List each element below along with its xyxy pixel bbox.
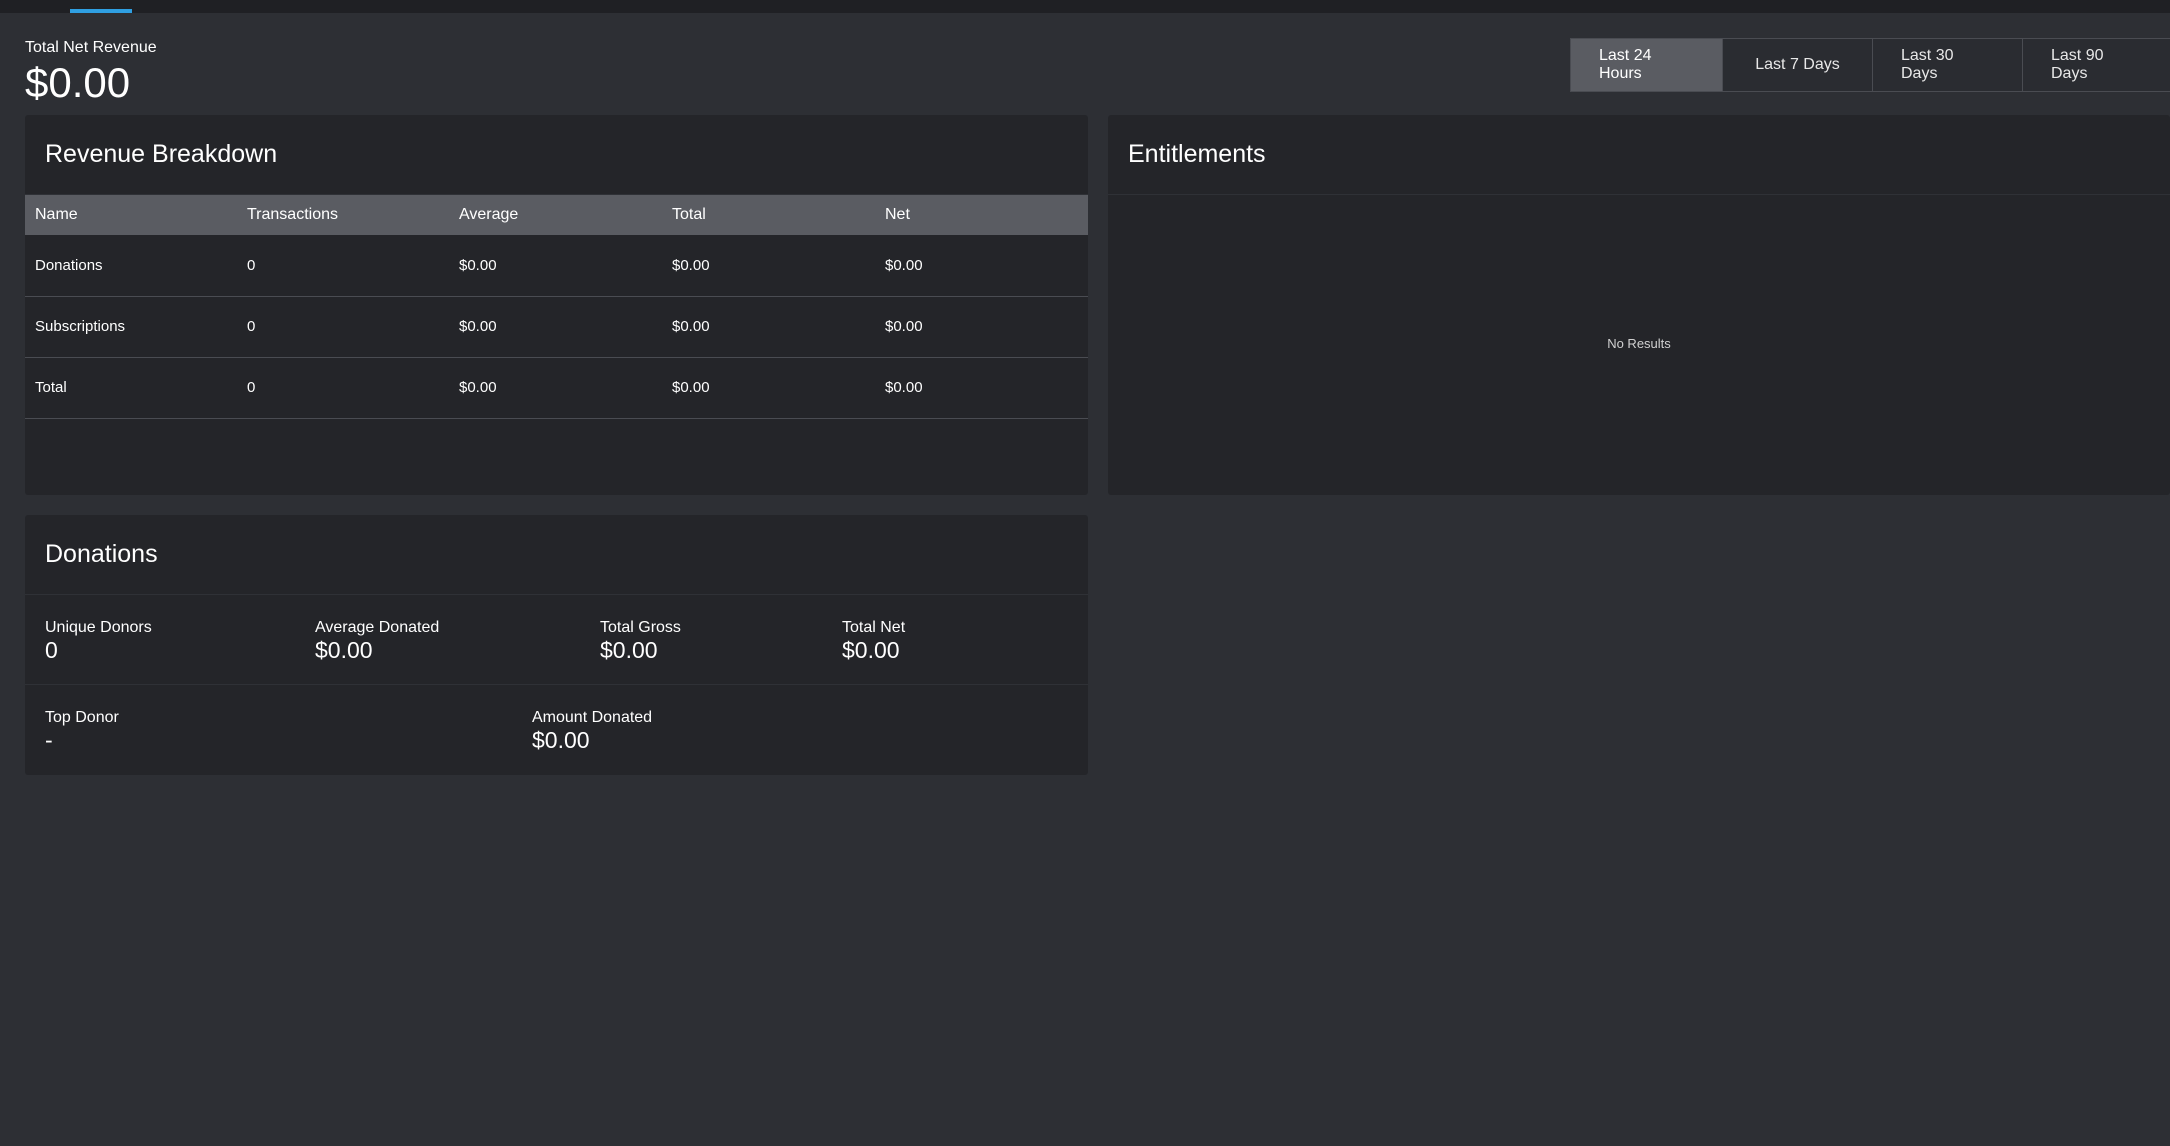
revenue-breakdown-panel: Revenue Breakdown Name Transactions Aver…: [25, 115, 1088, 495]
active-tab-indicator: [70, 9, 132, 13]
range-last-24-hours-button[interactable]: Last 24 Hours: [1571, 39, 1723, 91]
top-donor-label: Top Donor: [45, 709, 119, 726]
column-header-transactions: Transactions: [247, 206, 338, 223]
unique-donors-label: Unique Donors: [45, 619, 152, 636]
table-cell: $0.00: [885, 318, 923, 335]
donation-stats-row: Unique Donors 0 Average Donated $0.00 To…: [25, 595, 1088, 685]
column-header-average: Average: [459, 206, 519, 223]
top-donor-stat: Top Donor -: [45, 709, 119, 753]
range-last-90-days-button[interactable]: Last 90 Days: [2023, 39, 2170, 91]
table-cell: Subscriptions: [35, 318, 126, 335]
unique-donors-value: 0: [45, 637, 58, 663]
average-donated-value: $0.00: [315, 637, 373, 663]
range-last-30-days-button[interactable]: Last 30 Days: [1873, 39, 2023, 91]
total-net-stat: Total Net $0.00: [842, 619, 905, 663]
entitlements-panel: Entitlements No Results: [1108, 115, 2170, 495]
table-row: Total 0 $0.00 $0.00 $0.00: [25, 357, 1088, 418]
table-row: Subscriptions 0 $0.00 $0.00 $0.00: [25, 296, 1088, 357]
table-cell: $0.00: [459, 256, 497, 274]
column-header-net: Net: [885, 206, 910, 223]
table-cell: $0.00: [885, 379, 923, 396]
table-cell: 0: [247, 318, 256, 335]
table-row: Donations 0 $0.00 $0.00 $0.00: [25, 235, 1088, 296]
column-header-name: Name: [35, 206, 78, 223]
table-header-row: Name Transactions Average Total Net: [25, 195, 1088, 235]
table-cell: $0.00: [459, 318, 497, 335]
net-revenue-value: $0.00: [25, 59, 131, 106]
revenue-breakdown-table: Name Transactions Average Total Net Dona…: [25, 195, 1088, 419]
average-donated-stat: Average Donated $0.00: [315, 619, 439, 663]
table-cell: $0.00: [672, 379, 710, 396]
net-revenue-label: Total Net Revenue: [25, 39, 157, 56]
amount-donated-label: Amount Donated: [532, 709, 653, 726]
total-net-value: $0.00: [842, 637, 900, 663]
table-cell: $0.00: [672, 256, 710, 274]
total-gross-stat: Total Gross $0.00: [600, 619, 681, 663]
donations-panel: Donations Unique Donors 0 Average Donate…: [25, 515, 1088, 775]
unique-donors-stat: Unique Donors 0: [45, 619, 152, 663]
entitlements-title: Entitlements: [1108, 115, 2170, 195]
top-donor-value: -: [45, 727, 53, 753]
table-cell: $0.00: [672, 318, 710, 335]
amount-donated-value: $0.00: [532, 727, 590, 753]
column-header-total: Total: [672, 206, 706, 223]
revenue-breakdown-title: Revenue Breakdown: [25, 115, 1088, 195]
time-range-selector: Last 24 Hours Last 7 Days Last 30 Days L…: [1570, 38, 2170, 92]
no-results-text: No Results: [1607, 336, 1671, 351]
net-revenue-summary: Total Net Revenue $0.00: [25, 38, 157, 106]
table-cell: Donations: [35, 256, 103, 274]
total-gross-label: Total Gross: [600, 619, 681, 636]
average-donated-label: Average Donated: [315, 619, 440, 636]
range-last-7-days-button[interactable]: Last 7 Days: [1723, 39, 1873, 91]
table-cell: Total: [35, 379, 67, 396]
table-cell: 0: [247, 256, 256, 274]
top-donor-row: Top Donor - Amount Donated $0.00: [25, 685, 1088, 775]
total-gross-value: $0.00: [600, 637, 658, 663]
donations-title: Donations: [25, 515, 1088, 595]
table-cell: 0: [247, 379, 256, 396]
top-nav-bar: [0, 0, 2170, 13]
amount-donated-stat: Amount Donated $0.00: [532, 709, 652, 753]
total-net-label: Total Net: [842, 619, 906, 636]
table-cell: $0.00: [885, 256, 923, 274]
table-cell: $0.00: [459, 379, 497, 396]
